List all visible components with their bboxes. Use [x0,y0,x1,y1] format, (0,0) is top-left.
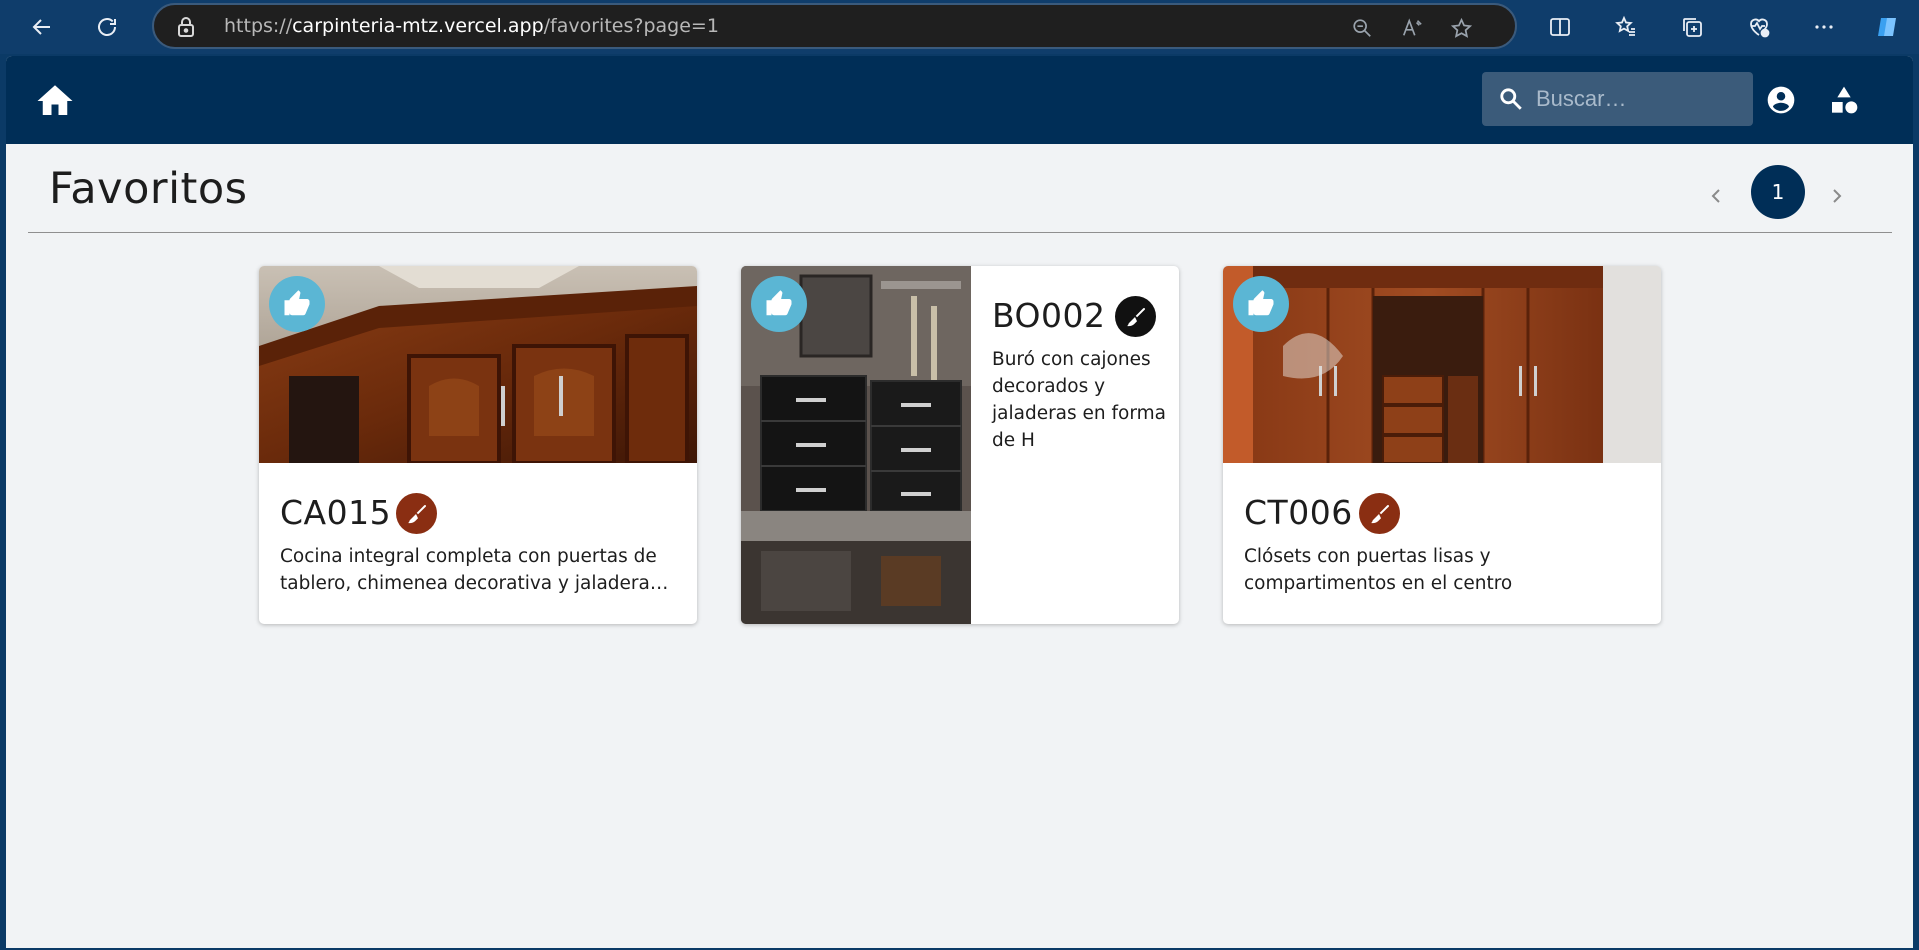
product-description: Buró con cajones decorados y jaladeras e… [992,349,1166,451]
product-photo-kitchen [259,266,697,463]
favorite-star-icon[interactable] [1448,15,1474,41]
app-viewport: Favoritos 1 CA015 [6,56,1913,948]
product-code: BO002 [992,296,1106,335]
back-arrow-icon[interactable] [24,9,60,45]
product-card[interactable]: BO002 Buró con cajones decorados y jalad… [741,266,1179,624]
home-icon[interactable] [34,80,76,122]
split-screen-icon[interactable] [1542,9,1578,45]
product-code: CT006 [1244,493,1353,532]
product-description: Cocina integral completa con puertas de … [280,546,669,594]
browser-toolbar: https://carpinteria-mtz.vercel.app/favor… [0,0,1919,54]
search-icon [1498,86,1524,112]
pager-prev-icon[interactable] [1701,181,1731,211]
product-card[interactable]: CA015 Cocina integral completa con puert… [259,266,697,624]
like-thumbs-up-icon[interactable] [269,276,325,332]
browser-health-icon[interactable] [1741,9,1777,45]
address-bar[interactable]: https://carpinteria-mtz.vercel.app/favor… [152,3,1517,49]
page-title: Favoritos [49,164,248,214]
search-input[interactable] [1536,72,1746,126]
app-header [6,56,1913,144]
more-options-icon[interactable] [1806,9,1842,45]
pager-current-page[interactable]: 1 [1751,165,1805,219]
url-text: https://carpinteria-mtz.vercel.app/favor… [224,15,719,37]
like-thumbs-up-icon[interactable] [1233,276,1289,332]
collections-icon[interactable] [1674,9,1710,45]
lock-icon [176,16,196,38]
copilot-icon[interactable] [1869,9,1905,45]
product-card[interactable]: CT006 Clósets con puertas lisas y compar… [1223,266,1661,624]
paintbrush-icon [1115,296,1156,337]
product-photo-closets [1223,266,1661,463]
paintbrush-icon [1359,493,1400,534]
product-description: Clósets con puertas lisas y compartiment… [1244,546,1513,594]
product-code: CA015 [280,493,392,532]
paintbrush-icon [396,493,437,534]
account-icon[interactable] [1765,84,1797,116]
like-thumbs-up-icon[interactable] [751,276,807,332]
pager-next-icon[interactable] [1822,181,1852,211]
categories-shapes-icon[interactable] [1828,84,1860,116]
favorites-list-icon[interactable] [1608,9,1644,45]
title-divider [28,232,1892,233]
refresh-icon[interactable] [89,9,125,45]
zoom-out-icon[interactable] [1349,15,1375,41]
search-box[interactable] [1482,72,1753,126]
read-aloud-icon[interactable] [1399,15,1425,41]
